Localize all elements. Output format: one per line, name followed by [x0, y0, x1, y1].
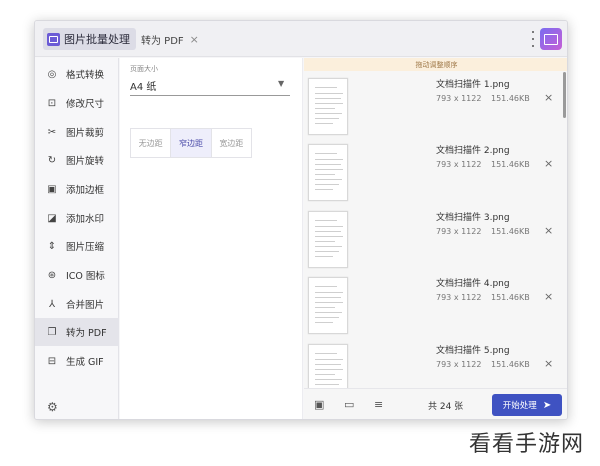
sidebar-item-label: 转为 PDF — [66, 328, 107, 339]
file-thumbnail — [308, 344, 348, 388]
list-item[interactable]: 文档扫描件 2.png 793 x 1122 151.46KB × — [304, 138, 562, 204]
folder-icon[interactable]: ▭ — [344, 398, 354, 411]
format-convert-icon: ◎ — [47, 68, 57, 80]
file-dimensions: 793 x 1122 — [436, 227, 482, 236]
pdf-icon: ❐ — [47, 326, 57, 338]
file-dimensions: 793 x 1122 — [436, 160, 482, 169]
file-thumbnail — [308, 211, 348, 268]
file-dimensions: 793 x 1122 — [436, 94, 482, 103]
drag-hint: 拖动调整顺序 — [304, 58, 567, 71]
tab-home-label: 图片批量处理 — [64, 33, 130, 46]
merge-icon: ⅄ — [48, 298, 56, 310]
sidebar-item-format-convert[interactable]: ◎ 格式转换 — [35, 60, 119, 88]
list-item[interactable]: 文档扫描件 4.png 793 x 1122 151.46KB × — [304, 271, 562, 337]
send-arrow-icon: ➤ — [542, 399, 552, 411]
tab-convert-pdf[interactable]: 转为 PDF × — [135, 28, 205, 50]
close-tab-icon[interactable]: × — [190, 33, 199, 46]
add-image-icon[interactable]: ▣ — [314, 398, 324, 411]
file-name: 文档扫描件 2.png — [436, 146, 510, 156]
page-size-select[interactable]: A4 纸 — [130, 78, 156, 93]
start-processing-label: 开始处理 — [502, 401, 537, 411]
file-dimensions: 793 x 1122 — [436, 293, 482, 302]
file-size: 151.46KB — [491, 293, 530, 302]
file-name: 文档扫描件 3.png — [436, 213, 510, 223]
more-menu-icon[interactable] — [531, 31, 535, 47]
sidebar-item-label: 图片旋转 — [66, 156, 105, 167]
list-item[interactable]: 文档扫描件 1.png 793 x 1122 151.46KB × — [304, 72, 562, 138]
gear-icon[interactable]: ⚙ — [47, 400, 58, 414]
sidebar-item-gif[interactable]: ⊟ 生成 GIF — [35, 347, 119, 375]
watermark-text: 看看手游网 — [469, 432, 585, 457]
rotate-icon: ↻ — [47, 154, 57, 166]
sidebar-item-label: 格式转换 — [66, 70, 105, 81]
file-dimensions: 793 x 1122 — [436, 360, 482, 369]
file-thumbnail — [308, 144, 348, 201]
app-window: 图片批量处理 转为 PDF × ◎ 格式转换 ⊡ 修改尺寸 ✂ 图片裁剪 ↻ 图… — [34, 20, 568, 420]
settings-panel: 页面大小 A4 纸 ▼ 无边距 窄边距 宽边距 — [120, 58, 303, 419]
sidebar-item-label: 合并图片 — [66, 300, 105, 311]
app-logo-icon — [47, 32, 60, 46]
sidebar-item-label: 生成 GIF — [66, 357, 104, 368]
file-thumbnail — [308, 78, 348, 135]
list-item[interactable]: 文档扫描件 5.png 793 x 1122 151.46KB × — [304, 338, 562, 388]
sidebar-item-label: 图片裁剪 — [66, 128, 105, 139]
file-size: 151.46KB — [491, 160, 530, 169]
sidebar-item-compress[interactable]: ⇕ 图片压缩 — [35, 232, 119, 260]
bottom-bar: ▣ ▭ ≡ 共 24 张 开始处理 ➤ — [304, 388, 567, 419]
file-name: 文档扫描件 4.png — [436, 279, 510, 289]
remove-file-icon[interactable]: × — [544, 357, 553, 370]
sidebar-item-merge[interactable]: ⅄ 合并图片 — [35, 290, 119, 318]
file-name: 文档扫描件 1.png — [436, 80, 510, 90]
gif-icon: ⊟ — [47, 355, 57, 367]
scrollbar[interactable] — [563, 72, 566, 118]
sidebar-item-resize[interactable]: ⊡ 修改尺寸 — [35, 89, 119, 117]
page-size-label: 页面大小 — [130, 65, 158, 73]
chevron-down-icon[interactable]: ▼ — [278, 79, 284, 88]
sidebar-item-watermark[interactable]: ◪ 添加水印 — [35, 204, 119, 232]
file-name: 文档扫描件 5.png — [436, 346, 510, 356]
sidebar-item-label: 添加边框 — [66, 185, 105, 196]
remove-file-icon[interactable]: × — [544, 91, 553, 104]
compress-icon: ⇕ — [47, 240, 57, 252]
remove-file-icon[interactable]: × — [544, 157, 553, 170]
clear-list-icon[interactable]: ≡ — [374, 398, 383, 411]
image-count: 共 24 张 — [428, 402, 464, 412]
border-icon: ▣ — [47, 183, 57, 195]
resize-icon: ⊡ — [47, 97, 57, 109]
sidebar-item-rotate[interactable]: ↻ 图片旋转 — [35, 146, 119, 174]
file-size: 151.46KB — [491, 360, 530, 369]
sidebar-item-label: ICO 图标 — [66, 271, 105, 282]
file-size: 151.46KB — [491, 227, 530, 236]
start-processing-button[interactable]: 开始处理 ➤ — [492, 394, 562, 416]
ico-icon: ⊛ — [47, 269, 57, 281]
remove-file-icon[interactable]: × — [544, 290, 553, 303]
margin-option-wide[interactable]: 宽边距 — [212, 129, 251, 157]
sidebar: ◎ 格式转换 ⊡ 修改尺寸 ✂ 图片裁剪 ↻ 图片旋转 ▣ 添加边框 ◪ 添加水… — [35, 58, 119, 419]
select-underline — [130, 95, 290, 96]
sidebar-item-pdf[interactable]: ❐ 转为 PDF — [35, 318, 119, 346]
file-size: 151.46KB — [491, 94, 530, 103]
tab-home[interactable]: 图片批量处理 — [43, 28, 136, 50]
margin-option-none[interactable]: 无边距 — [131, 129, 172, 157]
sidebar-item-border[interactable]: ▣ 添加边框 — [35, 175, 119, 203]
remove-file-icon[interactable]: × — [544, 224, 553, 237]
tab-convert-pdf-label: 转为 PDF — [141, 35, 184, 47]
sidebar-item-label: 添加水印 — [66, 214, 105, 225]
watermark-icon: ◪ — [47, 212, 57, 224]
sidebar-item-label: 修改尺寸 — [66, 99, 105, 110]
sidebar-item-ico[interactable]: ⊛ ICO 图标 — [35, 261, 119, 289]
margin-options: 无边距 窄边距 宽边距 — [130, 128, 252, 158]
file-thumbnail — [308, 277, 348, 334]
scissors-icon: ✂ — [47, 126, 57, 138]
title-bar: 图片批量处理 转为 PDF × — [35, 21, 567, 57]
margin-option-narrow[interactable]: 窄边距 — [171, 129, 212, 157]
file-list: 拖动调整顺序 文档扫描件 1.png 793 x 1122 151.46KB ×… — [304, 58, 567, 388]
sidebar-item-crop[interactable]: ✂ 图片裁剪 — [35, 118, 119, 146]
list-item[interactable]: 文档扫描件 3.png 793 x 1122 151.46KB × — [304, 205, 562, 271]
image-app-icon[interactable] — [540, 28, 562, 50]
sidebar-item-label: 图片压缩 — [66, 242, 105, 253]
